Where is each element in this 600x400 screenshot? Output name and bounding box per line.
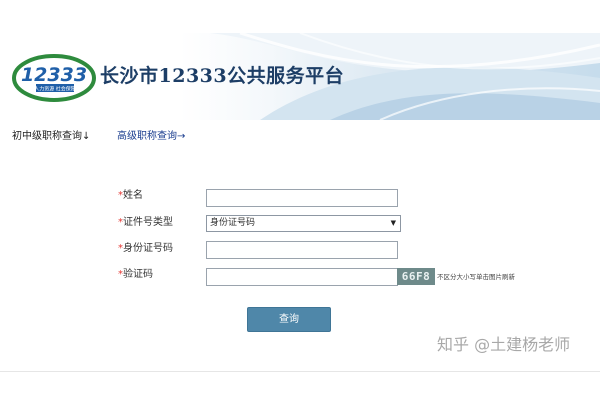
site-title: 长沙市12333公共服务平台 xyxy=(100,65,345,87)
id-number-label: *身份证号码 xyxy=(118,239,173,259)
id-type-select[interactable]: 身份证号码 ▼ xyxy=(206,215,401,232)
query-button[interactable]: 查询 xyxy=(247,307,331,332)
tab-junior-title-query[interactable]: 初中级职称查询↓ xyxy=(12,127,90,142)
captcha-label: *验证码 xyxy=(118,265,153,285)
id-type-label: *证件号类型 xyxy=(118,213,173,233)
bottom-divider xyxy=(0,371,600,372)
logo-caption: 人力资源 社会保障 xyxy=(34,86,76,93)
captcha-hint: 不区分大小写单击图片刷新 xyxy=(437,273,515,281)
id-type-label-text: 证件号类型 xyxy=(123,217,173,228)
tab-senior-title-query[interactable]: 高级职称查询→ xyxy=(117,127,185,142)
name-label: *姓名 xyxy=(118,186,143,206)
name-input[interactable] xyxy=(206,189,398,207)
id-number-label-text: 身份证号码 xyxy=(123,243,173,254)
logo-12333: 12333 人力资源 社会保障 xyxy=(12,54,96,102)
id-number-input[interactable] xyxy=(206,241,398,259)
watermark-text: 知乎 @土建杨老师 xyxy=(437,335,571,354)
captcha-label-text: 验证码 xyxy=(123,269,153,280)
id-type-selected-value: 身份证号码 xyxy=(210,218,256,228)
logo-number: 12333 xyxy=(21,64,87,86)
captcha-input[interactable] xyxy=(206,268,398,286)
captcha-image[interactable]: 66F8 xyxy=(397,268,435,285)
dropdown-arrow-icon[interactable]: ▼ xyxy=(391,216,396,231)
name-label-text: 姓名 xyxy=(123,190,143,201)
